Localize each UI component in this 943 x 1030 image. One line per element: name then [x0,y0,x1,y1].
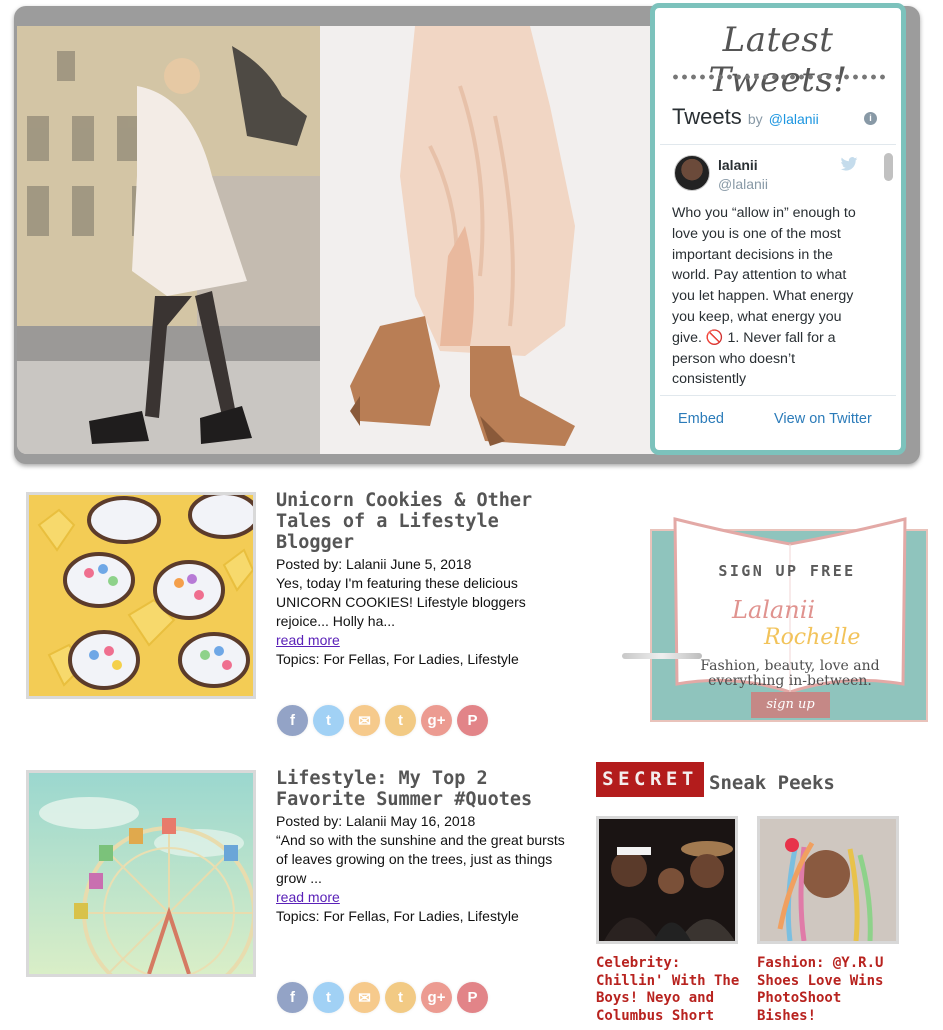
dotted-divider [671,74,889,80]
info-icon[interactable]: i [864,112,877,125]
google-plus-icon[interactable]: g+ [421,705,452,736]
sneak-peek-caption-link[interactable]: Celebrity: Chillin' With The Boys! Neyo … [596,955,746,1025]
tumblr-icon[interactable]: t [385,982,416,1013]
twitter-icon[interactable]: t [313,982,344,1013]
social-share-bar: f t ✉ t g+ P [277,705,488,736]
facebook-icon[interactable]: f [277,982,308,1013]
signup-heading: SIGN UP FREE [718,562,856,580]
hero-photo-left [17,26,320,454]
post-thumbnail-ferris-wheel[interactable] [26,770,256,977]
post-byline: Posted by: Lalanii June 5, 2018 [276,556,472,572]
signup-button[interactable]: sign up [751,692,830,718]
post-excerpt: “And so with the sunshine and the great … [276,832,565,886]
tweet-text: Who you “allow in” enough to love you is… [672,205,856,388]
post-summary: Posted by: Lalanii May 16, 2018 “And so … [276,812,568,926]
post-byline: Posted by: Lalanii May 16, 2018 [276,813,476,829]
post-topics: Topics: For Fellas, For Ladies, Lifestyl… [276,908,519,924]
secret-badge: SECRET [596,762,704,797]
embed-link[interactable]: Embed [678,411,724,427]
google-plus-icon[interactable]: g+ [421,982,452,1013]
tumblr-icon[interactable]: t [385,705,416,736]
scrollbar-thumb[interactable] [884,153,893,181]
tweets-label: Tweets [672,104,742,129]
lalanii-rochelle-logo: Lalanii Rochelle [731,596,860,649]
sneak-peek-image-fashion[interactable] [757,816,899,944]
twitter-icon[interactable]: t [313,705,344,736]
email-icon[interactable]: ✉ [349,705,380,736]
post-thumbnail-unicorn-cookies[interactable] [26,492,256,699]
pinterest-icon[interactable]: P [457,982,488,1013]
avatar[interactable] [674,155,710,191]
sneak-peeks-title: Sneak Peeks [709,772,835,794]
tweet-author-handle[interactable]: @lalanii [718,176,768,192]
latest-tweets-heading: Latest Tweets! [708,20,848,100]
svg-text:Lalanii: Lalanii [731,596,815,624]
post-topics: Topics: For Fellas, For Ladies, Lifestyl… [276,651,519,667]
social-share-bar: f t ✉ t g+ P [277,982,488,1013]
tweet-author-name[interactable]: lalanii [718,157,758,173]
signup-tagline-line1: Fashion, beauty, love and [700,658,880,674]
post-excerpt: Yes, today I'm featuring these delicious… [276,575,526,629]
read-more-link[interactable]: read more [276,632,340,648]
tweets-handle-link[interactable]: @lalanii [769,111,819,127]
signup-tagline: Fashion, beauty, love and everything in-… [690,659,890,689]
signup-tagline-line2: everything in-between. [708,673,872,689]
post-title-link[interactable]: Unicorn Cookies & Other Tales of a Lifes… [276,490,546,553]
post-title-link[interactable]: Lifestyle: My Top 2 Favorite Summer #Quo… [276,768,546,810]
tweet-timeline[interactable]: lalanii @lalanii Who you “allow in” enou… [660,144,896,396]
email-icon[interactable]: ✉ [349,982,380,1013]
tweets-title: Tweets by @lalanii [672,104,819,130]
latest-tweets-widget: Latest Tweets! Tweets by @lalanii i lala… [650,3,906,455]
facebook-icon[interactable]: f [277,705,308,736]
pinterest-icon[interactable]: P [457,705,488,736]
tweet-scrollbar[interactable] [882,151,894,391]
svg-text:Rochelle: Rochelle [763,625,860,649]
post-summary: Posted by: Lalanii June 5, 2018 Yes, tod… [276,555,536,669]
sneak-peek-image-celebrity[interactable] [596,816,738,944]
tweets-by: by [747,111,763,127]
view-on-twitter-link[interactable]: View on Twitter [774,411,872,427]
twitter-bird-icon[interactable] [840,157,858,171]
read-more-link[interactable]: read more [276,889,340,905]
sneak-peek-caption-link[interactable]: Fashion: @Y.R.U Shoes Love Wins PhotoSho… [757,955,907,1025]
